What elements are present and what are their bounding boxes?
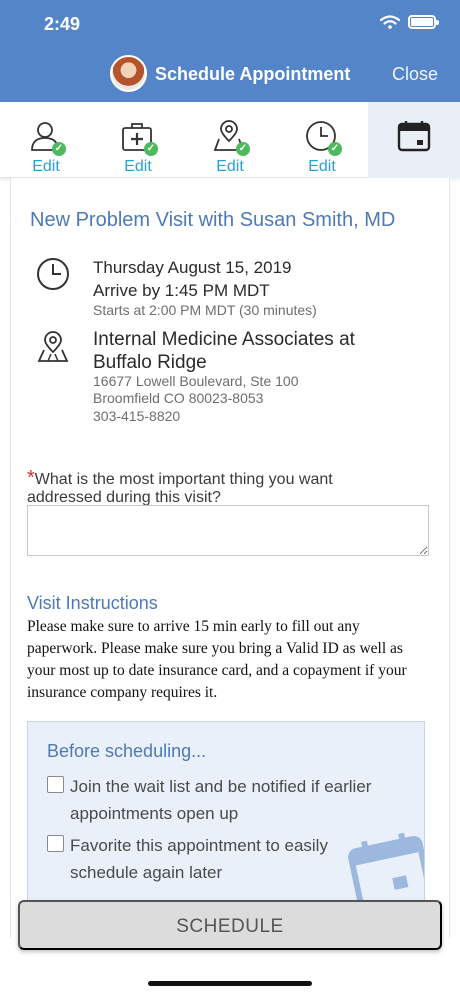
step-provider[interactable]: ✓ Edit	[0, 102, 92, 178]
wifi-icon	[380, 15, 400, 29]
waitlist-label: Join the wait list and be notified if ea…	[70, 777, 372, 823]
step-edit-link[interactable]: Edit	[0, 158, 92, 176]
schedule-button[interactable]: SCHEDULE	[18, 900, 442, 950]
location-name: Internal Medicine Associates at Buffalo …	[93, 329, 355, 373]
visit-title: New Problem Visit with Susan Smith, MD	[30, 209, 396, 231]
favorite-checkbox[interactable]	[47, 835, 64, 852]
location-phone: 303-415-8820	[93, 408, 181, 424]
before-scheduling-panel: Before scheduling... Join the wait list …	[27, 721, 425, 911]
waitlist-checkbox[interactable]	[47, 776, 64, 793]
step-schedule[interactable]	[368, 102, 460, 178]
status-time: 2:49	[44, 14, 81, 34]
favorite-label: Favorite this appointment to easily sche…	[70, 836, 328, 882]
app-header: 2:49 Schedule Appointment Close	[0, 0, 460, 102]
home-indicator	[148, 981, 312, 986]
check-icon: ✓	[236, 142, 250, 156]
battery-icon	[408, 15, 439, 29]
step-edit-link[interactable]: Edit	[92, 158, 184, 176]
status-icons	[380, 15, 439, 29]
check-icon: ✓	[328, 142, 342, 156]
check-icon: ✓	[52, 142, 66, 156]
reason-input[interactable]	[27, 505, 429, 556]
instructions-title: Visit Instructions	[27, 593, 158, 613]
required-marker: *	[27, 467, 35, 489]
question-text: What is the most important thing you wan…	[27, 471, 333, 506]
map-pin-icon	[37, 331, 69, 362]
arrive-by-time: Arrive by 1:45 PM MDT	[93, 281, 270, 300]
before-scheduling-title: Before scheduling...	[47, 741, 207, 761]
step-time[interactable]: ✓ Edit	[276, 102, 368, 178]
check-icon: ✓	[144, 142, 158, 156]
step-reason[interactable]: ✓ Edit	[92, 102, 184, 178]
appointment-date: Thursday August 15, 2019	[93, 258, 292, 277]
calendar-icon	[397, 121, 431, 152]
step-tabs: ✓ Edit ✓ Edit ✓ Edit ✓ Edit	[0, 102, 460, 178]
step-edit-link[interactable]: Edit	[184, 158, 276, 176]
avatar	[110, 55, 147, 92]
start-time: Starts at 2:00 PM MDT (30 minutes)	[93, 302, 317, 318]
close-button[interactable]: Close	[392, 64, 438, 85]
clock-icon	[37, 258, 69, 290]
instructions-text: Please make sure to arrive 15 min early …	[27, 618, 407, 701]
question-label: *What is the most important thing you wa…	[27, 467, 407, 507]
address-line-1: 16677 Lowell Boulevard, Ste 100	[93, 373, 299, 389]
page-title: Schedule Appointment	[155, 64, 351, 84]
address-line-2: Broomfield CO 80023-8053	[93, 390, 264, 406]
step-edit-link[interactable]: Edit	[276, 158, 368, 176]
step-location[interactable]: ✓ Edit	[184, 102, 276, 178]
